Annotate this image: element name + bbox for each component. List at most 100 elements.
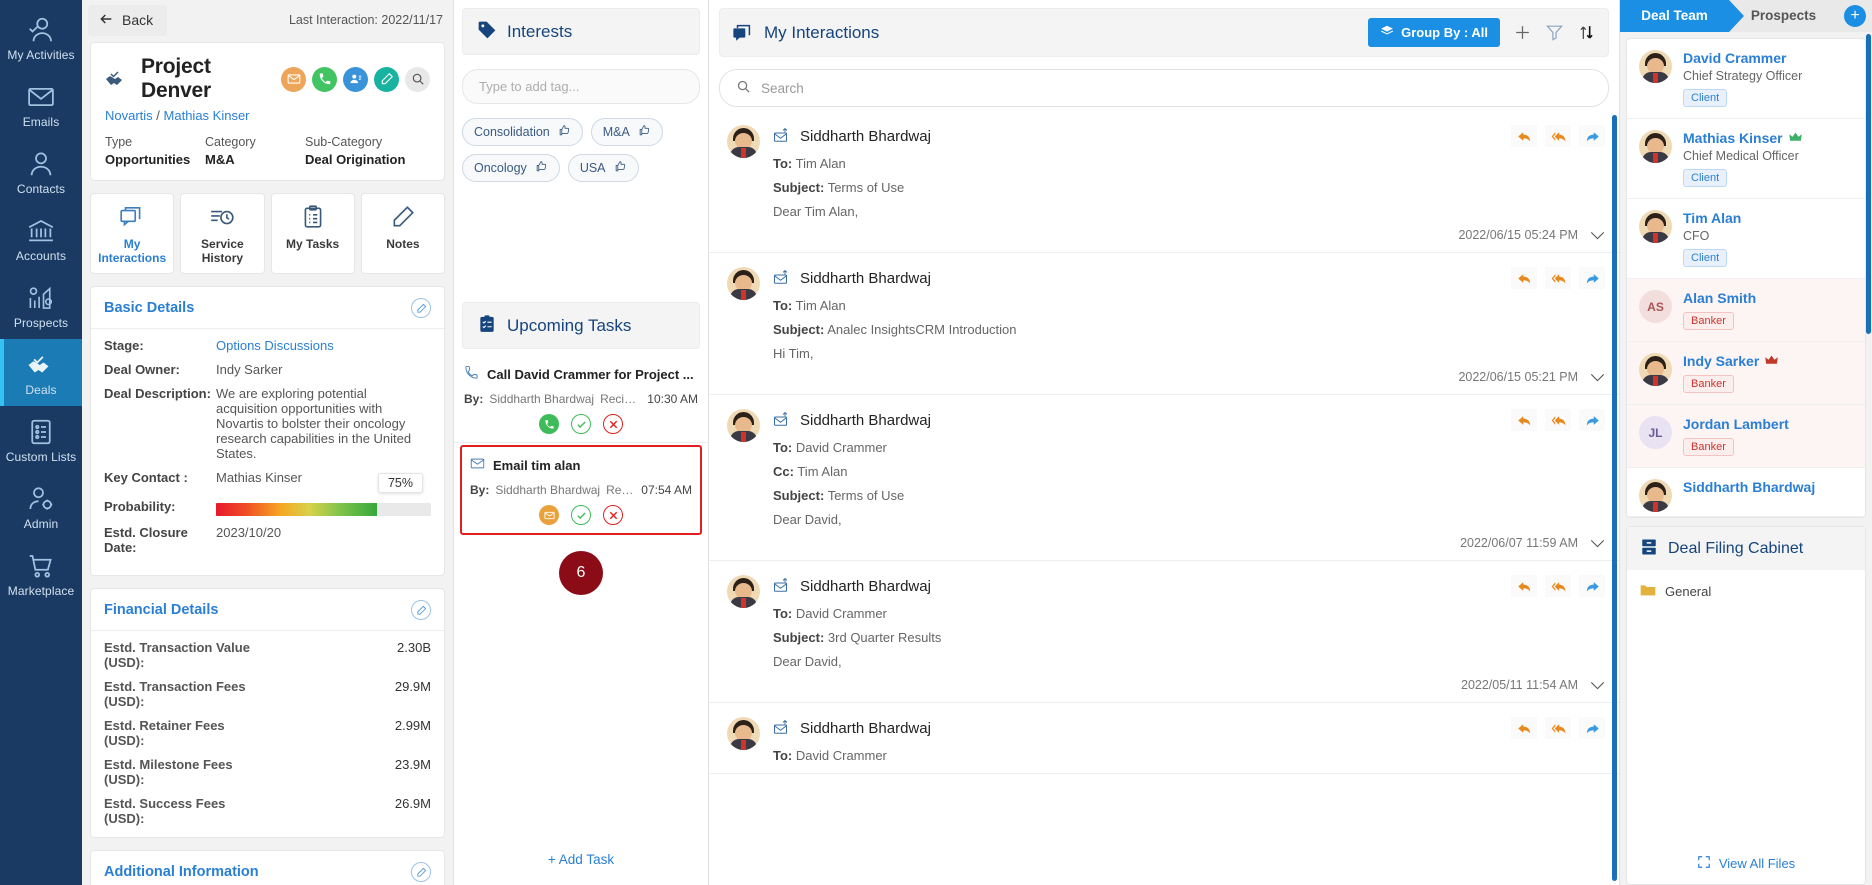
- sidebar-item-custom-lists[interactable]: Custom Lists: [0, 406, 82, 473]
- team-member[interactable]: Mathias Kinser Chief Medical Officer Cli…: [1627, 119, 1865, 199]
- chevron-down-icon[interactable]: [1590, 373, 1605, 382]
- team-member[interactable]: Indy Sarker Banker: [1627, 342, 1865, 405]
- breadcrumb-account-link[interactable]: Novartis: [105, 108, 153, 123]
- deal-team-scrollbar[interactable]: [1866, 34, 1871, 334]
- plus-icon[interactable]: +: [1844, 5, 1866, 27]
- thumbs-up-icon[interactable]: [558, 124, 571, 140]
- reply-icon[interactable]: [1511, 409, 1537, 431]
- forward-icon[interactable]: [1579, 575, 1605, 597]
- envelope-icon: [470, 456, 485, 474]
- sort-icon[interactable]: [1577, 23, 1596, 42]
- sidebar-item-deals[interactable]: Deals: [0, 339, 82, 406]
- row-key: Estd. Success Fees (USD):: [104, 796, 226, 826]
- tab-my-tasks[interactable]: My Tasks: [270, 193, 355, 274]
- meeting-icon[interactable]: [343, 66, 368, 92]
- reply-all-icon[interactable]: [1545, 717, 1571, 739]
- row-key: Estd. Milestone Fees (USD):: [104, 757, 233, 787]
- search-icon[interactable]: [405, 66, 430, 92]
- reply-icon[interactable]: [1511, 575, 1537, 597]
- interaction-item[interactable]: Siddharth Bhardwaj To: David Crammer Cc:…: [709, 395, 1619, 561]
- sidebar-item-contacts[interactable]: Contacts: [0, 138, 82, 205]
- thumbs-up-icon[interactable]: [614, 160, 627, 176]
- interaction-item[interactable]: Siddharth Bhardwaj To: David Crammer: [709, 703, 1619, 774]
- interaction-sender: Siddharth Bhardwaj: [800, 411, 931, 429]
- folder-item[interactable]: General: [1627, 570, 1865, 613]
- interactions-icon: [119, 206, 145, 233]
- cancel-task-icon[interactable]: [603, 414, 623, 434]
- thumbs-up-icon[interactable]: [535, 160, 548, 176]
- cancel-task-icon[interactable]: [603, 505, 623, 525]
- edit-icon[interactable]: [411, 862, 431, 882]
- sidebar-item-admin[interactable]: Admin: [0, 473, 82, 540]
- row-key: Estd. Retainer Fees (USD):: [104, 718, 225, 748]
- chevron-down-icon[interactable]: [1590, 539, 1605, 548]
- interaction-item[interactable]: Siddharth Bhardwaj To: Tim Alan Subject:…: [709, 253, 1619, 395]
- complete-task-icon[interactable]: [571, 505, 591, 525]
- chevron-down-icon[interactable]: [1590, 231, 1605, 240]
- forward-icon[interactable]: [1579, 717, 1605, 739]
- member-name-row: Indy Sarker: [1683, 353, 1778, 369]
- interest-tag[interactable]: Oncology: [462, 154, 560, 182]
- team-member[interactable]: Tim Alan CFO Client: [1627, 199, 1865, 279]
- reply-icon[interactable]: [1511, 267, 1537, 289]
- email-icon[interactable]: [281, 66, 306, 92]
- task-item[interactable]: Call David Crammer for Project ... By: S…: [454, 355, 708, 443]
- member-name: Siddharth Bhardwaj: [1683, 479, 1816, 495]
- team-member[interactable]: Siddharth Bhardwaj: [1627, 468, 1865, 517]
- add-task-button[interactable]: + Add Task: [454, 836, 708, 885]
- row-value: 26.9M: [394, 796, 431, 811]
- complete-task-icon[interactable]: [571, 414, 591, 434]
- edit-icon[interactable]: [411, 298, 431, 318]
- tag-input[interactable]: Type to add tag...: [462, 69, 700, 104]
- filter-icon[interactable]: [1545, 23, 1564, 42]
- search-input[interactable]: Search: [719, 69, 1609, 107]
- thumbs-up-icon[interactable]: [638, 124, 651, 140]
- add-icon[interactable]: [1513, 23, 1532, 42]
- upcoming-tasks-list: Call David Crammer for Project ... By: S…: [454, 355, 708, 601]
- sidebar-item-emails[interactable]: Emails: [0, 71, 82, 138]
- meta-value: Opportunities: [105, 152, 191, 167]
- team-member[interactable]: David Crammer Chief Strategy Officer Cli…: [1627, 39, 1865, 119]
- interaction-item[interactable]: Siddharth Bhardwaj To: David Crammer Sub…: [709, 561, 1619, 703]
- row-value[interactable]: Options Discussions: [216, 338, 431, 353]
- task-item[interactable]: Email tim alan By: Siddharth Bhardwaj Re…: [460, 445, 702, 535]
- note-icon[interactable]: [374, 66, 399, 92]
- sidebar-item-marketplace[interactable]: Marketplace: [0, 540, 82, 607]
- sidebar-item-prospects[interactable]: Prospects: [0, 272, 82, 339]
- reply-all-icon[interactable]: [1545, 575, 1571, 597]
- group-by-button[interactable]: Group By : All: [1368, 18, 1500, 47]
- interest-tag[interactable]: Consolidation: [462, 118, 583, 146]
- interests-header: Interests: [462, 8, 700, 55]
- interaction-item[interactable]: Siddharth Bhardwaj To: Tim Alan Subject:…: [709, 111, 1619, 253]
- tab-my-interactions[interactable]: My Interactions: [90, 193, 175, 274]
- list-icon: [0, 417, 82, 447]
- email-icon[interactable]: [539, 505, 559, 525]
- tab-service-history[interactable]: Service History: [180, 193, 265, 274]
- interactions-scrollbar[interactable]: [1612, 115, 1617, 881]
- chevron-down-icon[interactable]: [1590, 681, 1605, 690]
- sidebar-item-accounts[interactable]: Accounts: [0, 205, 82, 272]
- reply-icon[interactable]: [1511, 125, 1537, 147]
- reply-all-icon[interactable]: [1545, 409, 1571, 431]
- edit-icon[interactable]: [411, 600, 431, 620]
- forward-icon[interactable]: [1579, 125, 1605, 147]
- call-icon[interactable]: [539, 414, 559, 434]
- team-member[interactable]: JL Jordan Lambert Banker: [1627, 405, 1865, 468]
- reply-all-icon[interactable]: [1545, 267, 1571, 289]
- breadcrumb-contact-link[interactable]: Mathias Kinser: [164, 108, 250, 123]
- panel-title: Deal Filing Cabinet: [1668, 539, 1804, 557]
- interest-tag[interactable]: USA: [567, 154, 639, 182]
- view-all-files-button[interactable]: View All Files: [1627, 843, 1865, 884]
- reply-all-icon[interactable]: [1545, 125, 1571, 147]
- team-member[interactable]: AS Alan Smith Banker: [1627, 279, 1865, 342]
- back-button[interactable]: Back: [88, 4, 168, 36]
- forward-icon[interactable]: [1579, 409, 1605, 431]
- tab-prospects[interactable]: Prospects: [1729, 0, 1838, 32]
- sidebar-item-my-activities[interactable]: My Activities: [0, 4, 82, 71]
- tab-deal-team[interactable]: Deal Team: [1620, 0, 1744, 32]
- forward-icon[interactable]: [1579, 267, 1605, 289]
- interest-tag[interactable]: M&A: [590, 118, 663, 146]
- reply-icon[interactable]: [1511, 717, 1537, 739]
- tab-notes[interactable]: Notes: [360, 193, 445, 274]
- call-icon[interactable]: [312, 66, 337, 92]
